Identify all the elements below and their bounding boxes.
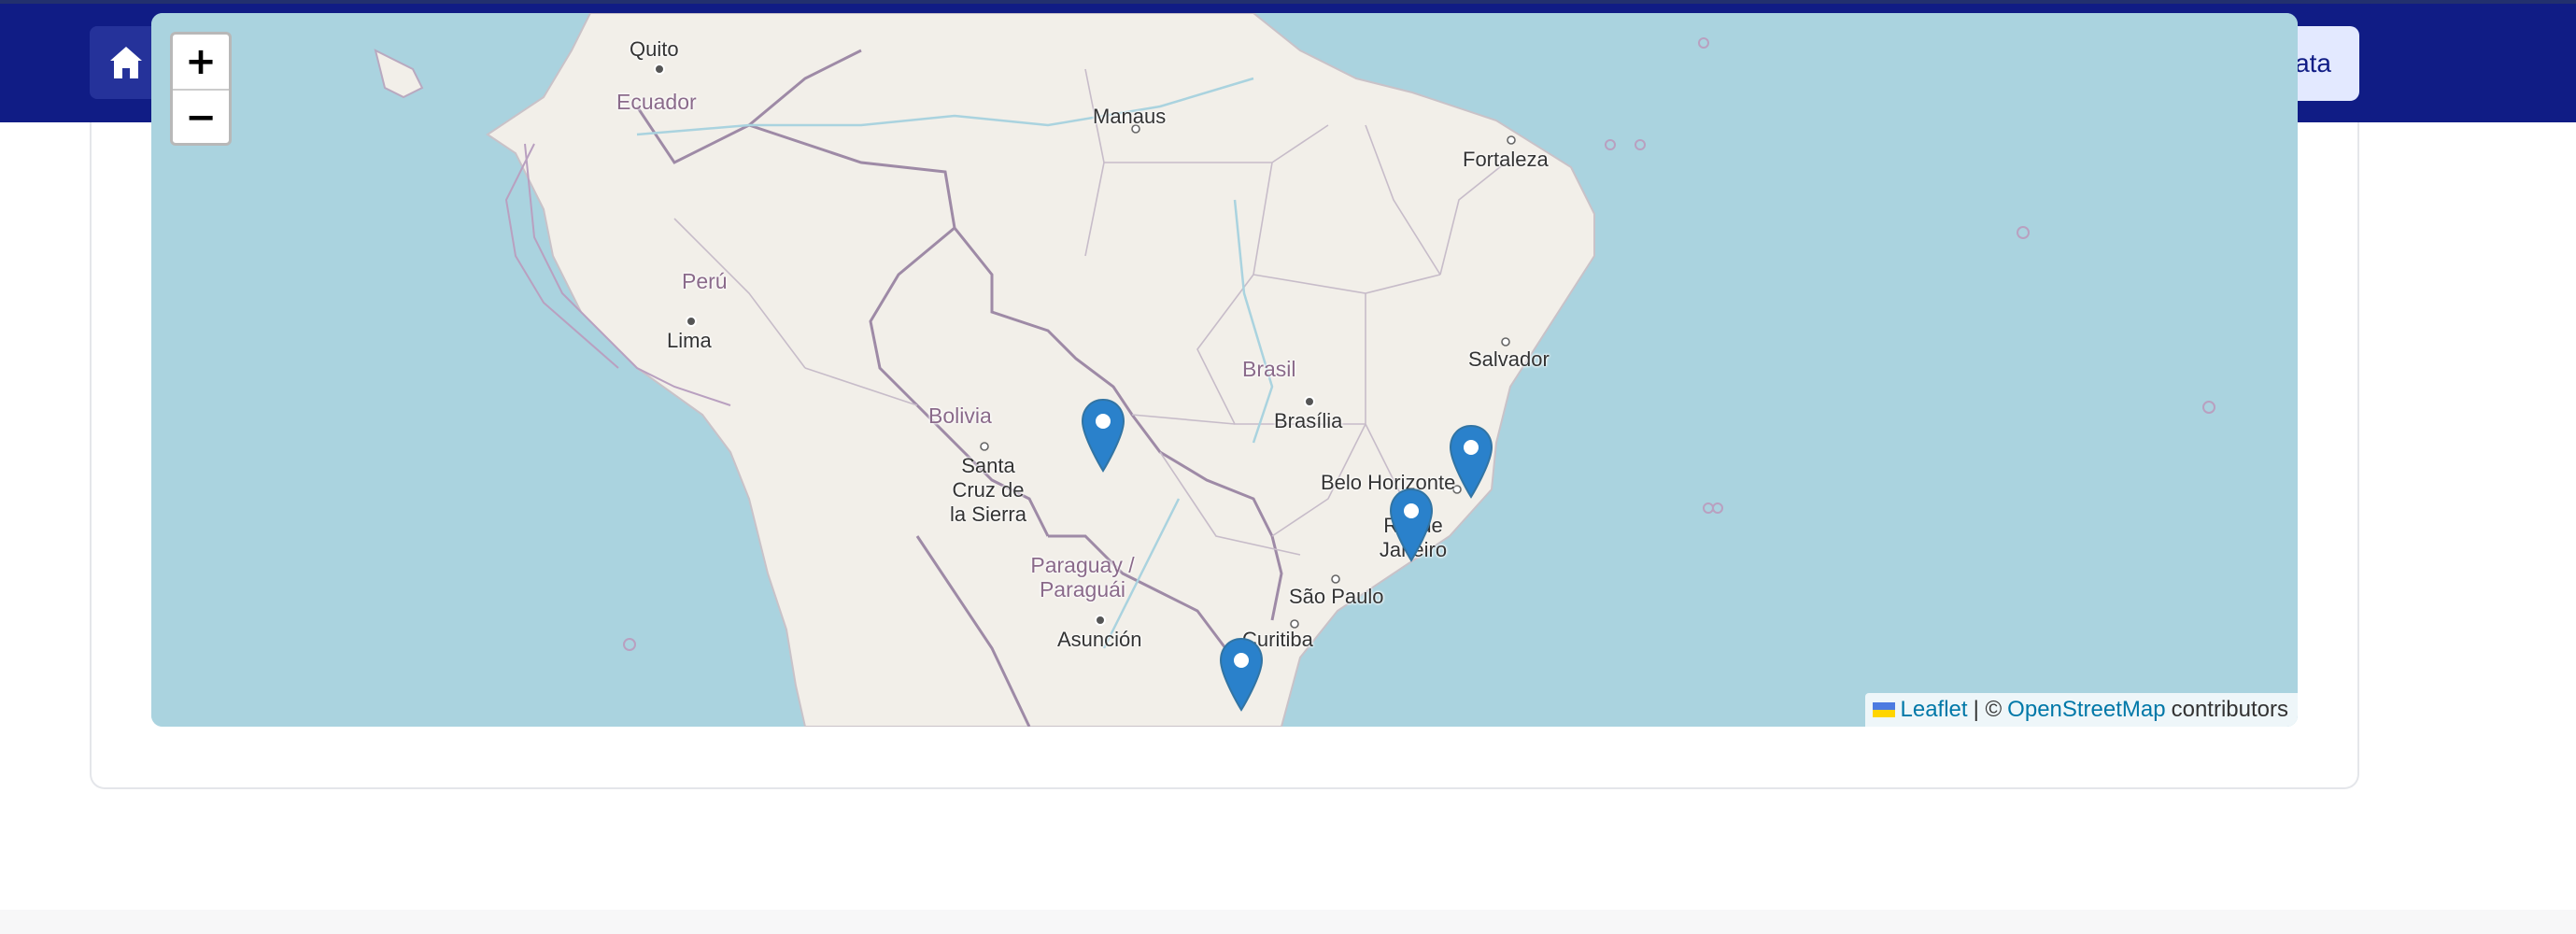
marker-santa-catarina[interactable] xyxy=(1218,637,1265,712)
zoom-control: + − xyxy=(170,32,232,146)
map-container[interactable]: Quito Ecuador Manaus Fortaleza Perú Lima… xyxy=(151,13,2298,727)
label-manaus: Manaus xyxy=(1093,105,1167,128)
marker-rio-de-janeiro[interactable] xyxy=(1388,488,1435,562)
marker-espirito-santo[interactable] xyxy=(1448,424,1494,499)
label-fortaleza: Fortaleza xyxy=(1463,148,1549,171)
leaflet-link[interactable]: Leaflet xyxy=(1901,697,1968,723)
map-attribution: Leaflet | © OpenStreetMap contributors xyxy=(1864,693,2298,727)
marker-mato-grosso[interactable] xyxy=(1080,398,1126,473)
label-bolivia: Bolivia xyxy=(928,403,992,428)
attribution-contributors: contributors xyxy=(2171,697,2288,722)
openstreetmap-link[interactable]: OpenStreetMap xyxy=(2007,697,2165,723)
footer-band xyxy=(0,910,2576,934)
label-sao-paulo: São Paulo xyxy=(1289,585,1384,608)
nav-data-button-label: ata xyxy=(2295,49,2331,78)
label-peru: Perú xyxy=(682,269,728,293)
label-ecuador: Ecuador xyxy=(616,90,697,114)
label-brasil: Brasil xyxy=(1242,357,1296,381)
label-santa-cruz: Santa Cruz de la Sierra xyxy=(950,454,1026,526)
map-tiles xyxy=(151,13,2298,727)
label-asuncion: Asunción xyxy=(1057,628,1142,651)
label-salvador: Salvador xyxy=(1468,347,1550,371)
label-quito: Quito xyxy=(630,37,679,61)
attribution-separator: | © xyxy=(1973,697,2003,722)
label-lima: Lima xyxy=(667,329,712,352)
ukraine-flag-icon xyxy=(1872,702,1895,717)
zoom-in-button[interactable]: + xyxy=(173,35,229,91)
label-brasilia: Brasília xyxy=(1274,409,1343,432)
zoom-out-button[interactable]: − xyxy=(173,91,229,143)
label-paraguay: Paraguay / Paraguái xyxy=(1030,553,1135,601)
home-icon xyxy=(110,47,142,78)
topbar-edge xyxy=(0,0,2576,4)
